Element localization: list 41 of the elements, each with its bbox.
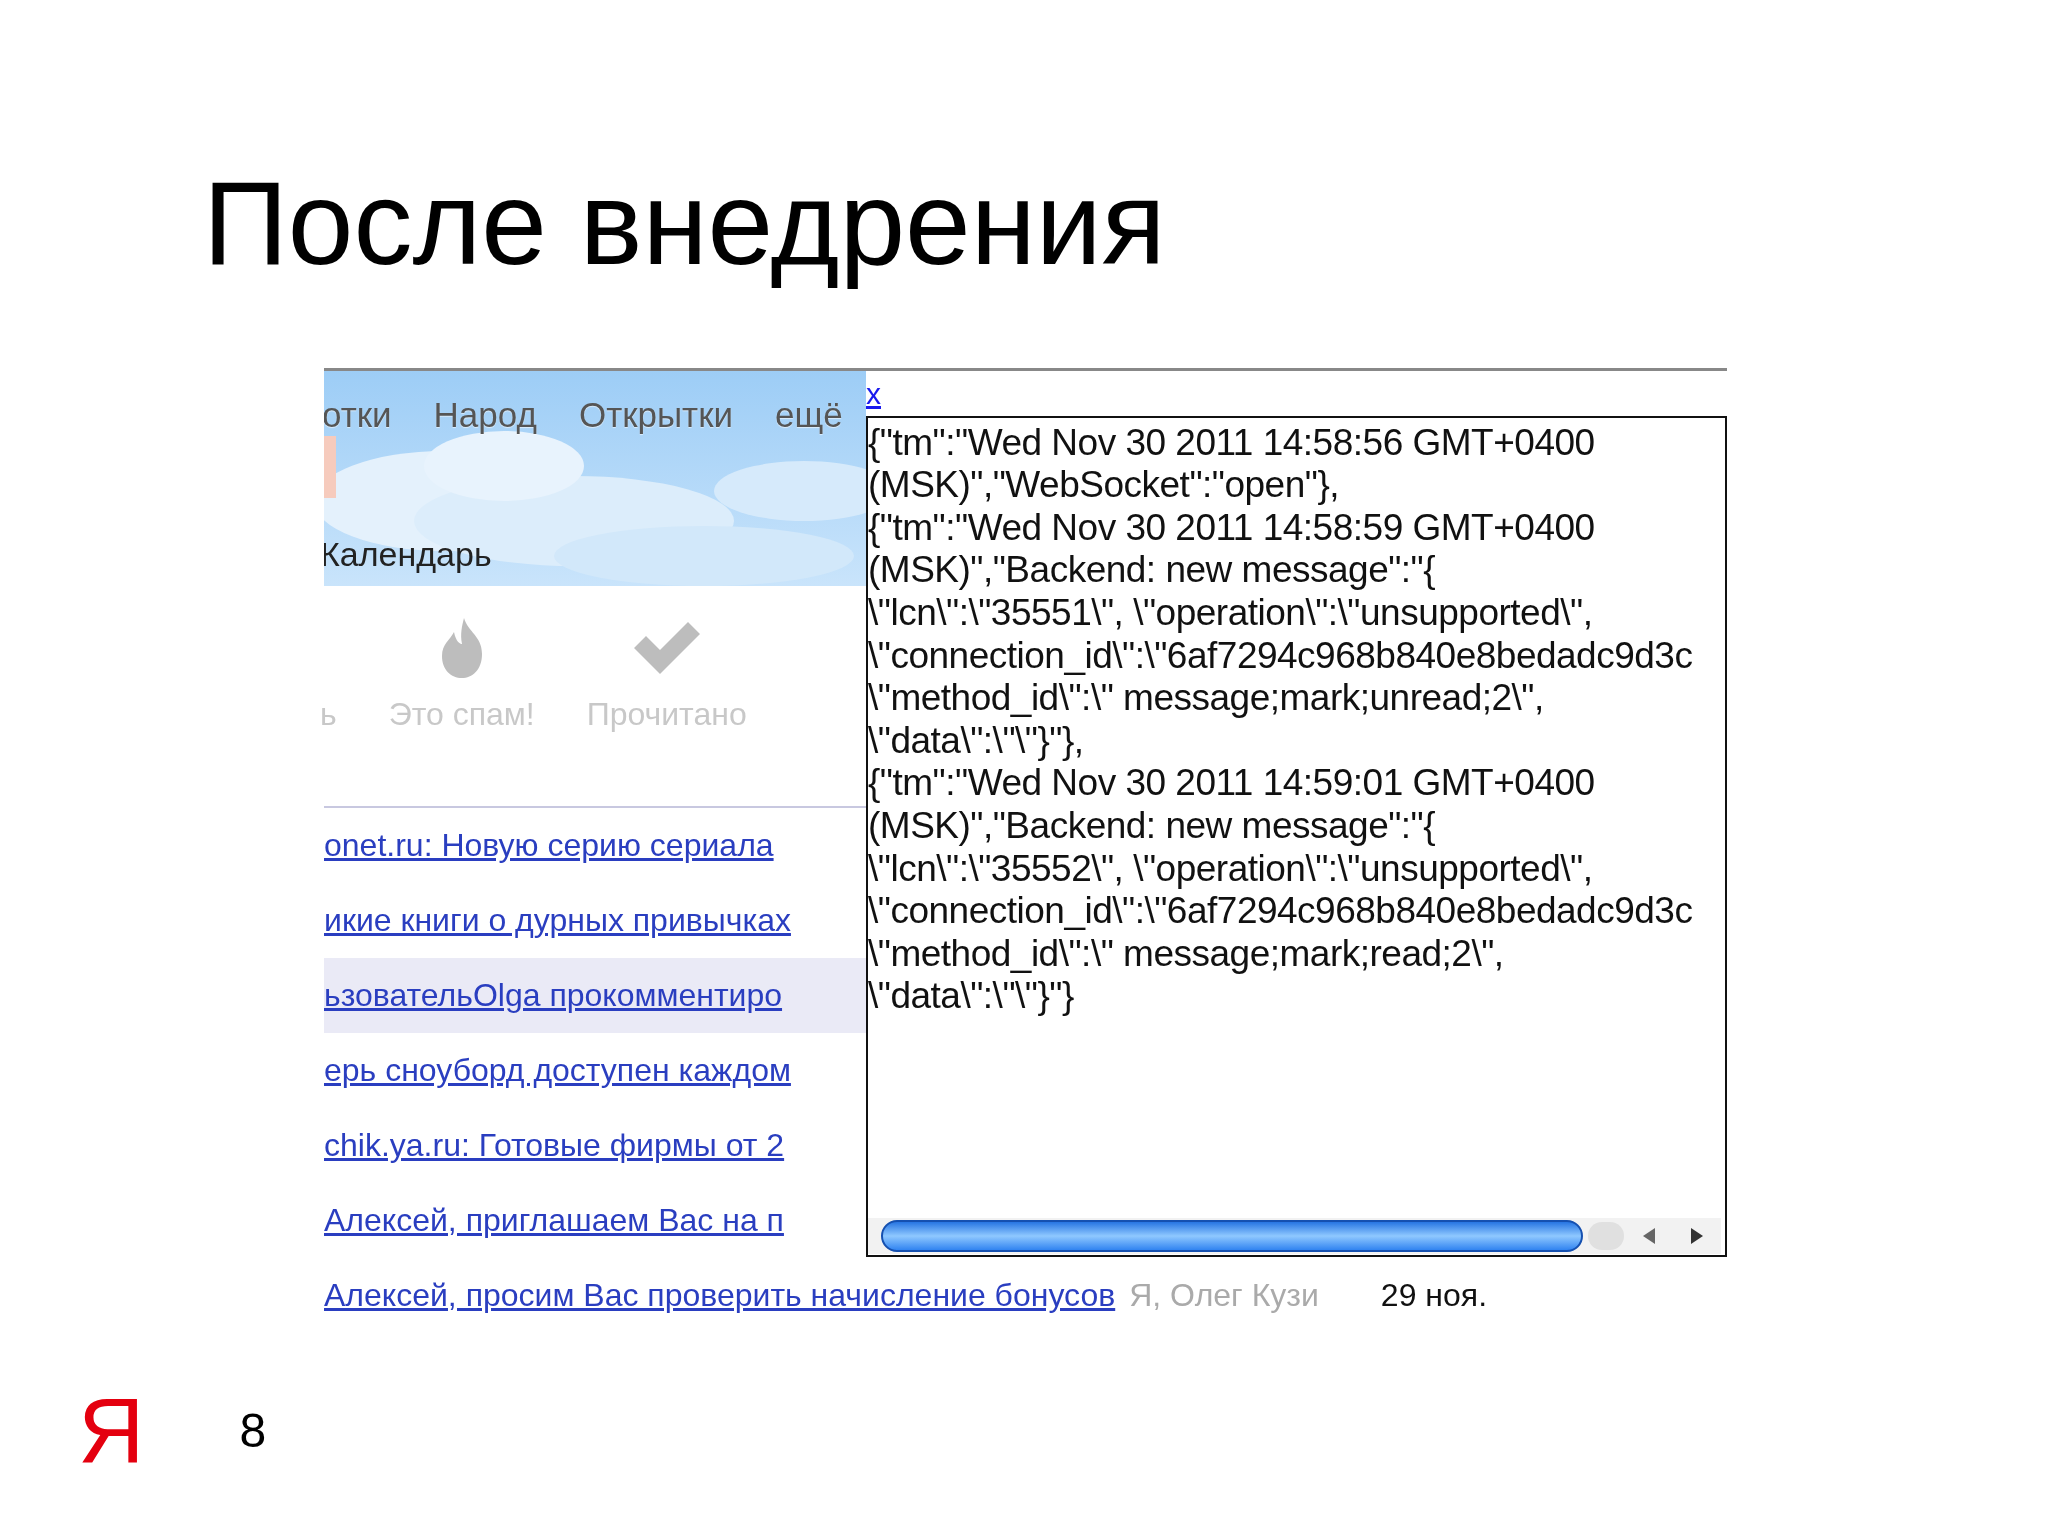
log-line: (MSK)","Backend: new message":"{ [868,549,1437,592]
log-line: {"tm":"Wed Nov 30 2011 14:58:56 GMT+0400 [868,421,1596,465]
log-line: (MSK)","WebSocket":"open"}, [868,464,1341,507]
message-subject-link[interactable]: chik.ya.ru: Готовые фирмы от 2 [324,1121,785,1170]
message-subject-link[interactable]: ьзовательOlga прокомментиро [324,971,783,1020]
message-row[interactable]: Алексей, приглашаем Вас на п [324,1182,866,1258]
nav-link[interactable]: отки [324,388,392,442]
nav-link[interactable]: Народ [433,388,537,442]
log-line: \"connection_id\":\"6af7294c968b840e8bedadc9d3c [868,634,1694,678]
message-row[interactable]: икие книги о дурных привычках [324,882,866,958]
message-subject-link[interactable]: Алексей, приглашаем Вас на п [324,1196,784,1245]
log-line: \"method_id\":\" message;mark;read;2\", [868,932,1505,976]
flame-icon [441,617,482,678]
message-row[interactable]: ьзовательOlga прокомментиро [324,957,866,1033]
message-subject-link[interactable]: икие книги о дурных привычках [324,896,791,945]
nav-link[interactable]: ещё [775,388,843,442]
nav-link[interactable]: Открытки [578,388,733,442]
message-row[interactable]: chik.ya.ru: Готовые фирмы от 2 [324,1107,866,1183]
logo: Я [78,1385,145,1477]
message-subject-link[interactable]: onet.ru: Новую серию сериала [324,821,774,870]
log-line: \"connection_id\":\"6af7294c968b840e8bedadc9d3c [868,890,1694,933]
message-row[interactable]: onet.ru: Новую серию сериала [324,807,866,883]
log-line: \"method_id\":\" message;mark;unread;2\", [868,677,1545,720]
checkmark-icon [633,621,700,674]
message-date: 29 ноя. [1380,1276,1487,1316]
scroll-right-icon [1673,1217,1721,1254]
page-number: 8 [239,1403,267,1459]
log-line: {"tm":"Wed Nov 30 2011 14:58:59 GMT+0400 [868,506,1596,550]
log-line: \"data\":\"\"}"} [868,975,1075,1018]
message-sender: Я, Олег Кузи [1129,1276,1319,1316]
message-subject-link[interactable]: ерь сноуборд доступен каждом [324,1046,791,1095]
close-link[interactable]: x [866,370,881,416]
log-line: \"lcn\":\"35552\", \"operation\":\"unsupported\", [868,847,1594,891]
message-row[interactable]: ерь сноуборд доступен каждом [324,1032,866,1108]
message-row[interactable]: Алексей, просим Вас проверить начисление бонусов Я, Олег Кузи 29 ноя. [324,1257,1727,1333]
log-line: \"data\":\"\"}"}, [868,719,1085,763]
message-subject-link[interactable]: Алексей, просим Вас проверить начисление бонусов [324,1271,1116,1320]
log-line: \"lcn\":\"35551\", \"operation\":\"unsupported\", [868,591,1594,635]
log-line: (MSK)","Backend: new message":"{ [868,804,1437,848]
slide-title: После внедрения [203,156,1167,291]
log-line: {"tm":"Wed Nov 30 2011 14:59:01 GMT+0400 [868,762,1596,805]
